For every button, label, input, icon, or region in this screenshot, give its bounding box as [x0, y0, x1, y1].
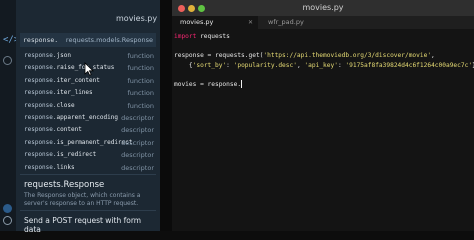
- divider: [20, 210, 156, 211]
- tab-wfr-pad-py[interactable]: wfr_pad.py: [260, 16, 340, 29]
- gear-icon[interactable]: [3, 216, 12, 225]
- doc-title[interactable]: requests.Response: [24, 180, 104, 190]
- member-row[interactable]: response.content descriptor: [16, 124, 160, 136]
- code-line: {'sort_by': 'popularity.desc', 'api_key'…: [174, 61, 474, 69]
- kite-header: movies.py: [16, 0, 160, 30]
- kite-status-icon[interactable]: [3, 204, 12, 213]
- member-row[interactable]: response.is_permanent_redirect descriptor: [16, 137, 160, 149]
- close-tab-icon[interactable]: ✕: [248, 16, 253, 29]
- tab-label: movies.py: [180, 18, 214, 26]
- code-line: movies = response.: [174, 79, 243, 88]
- settings-icon[interactable]: [3, 56, 12, 65]
- window-titlebar: movies.py: [172, 0, 474, 16]
- editor-window: movies.py movies.py ✕ wfr_pad.py import …: [172, 0, 474, 231]
- member-row[interactable]: response.links descriptor: [16, 162, 160, 174]
- member-row[interactable]: response.apparent_encoding descriptor: [16, 112, 160, 124]
- window-title: movies.py: [302, 3, 344, 12]
- divider: [20, 174, 156, 175]
- tab-label: wfr_pad.py: [268, 18, 304, 26]
- tab-movies-py[interactable]: movies.py ✕: [172, 16, 258, 29]
- kite-query-bar[interactable]: response. requests.models.Response: [20, 33, 156, 47]
- code-line: response = requests.get('https://api.the…: [174, 52, 435, 60]
- member-row[interactable]: response.iter_content function: [16, 75, 160, 87]
- app-edge-strip: </>: [0, 0, 19, 231]
- code-line: import requests: [174, 33, 230, 40]
- mouse-cursor-icon: [84, 62, 94, 76]
- member-row[interactable]: response.iter_lines function: [16, 87, 160, 99]
- example-link[interactable]: Send a POST request with form data: [24, 216, 160, 234]
- member-row[interactable]: response.is_redirect descriptor: [16, 149, 160, 161]
- doc-description: The Response object, which contains a se…: [24, 192, 141, 207]
- window-gap: [160, 0, 172, 231]
- member-row[interactable]: response.close function: [16, 100, 160, 112]
- query-type-path[interactable]: requests.models.Response: [66, 36, 153, 44]
- tab-bar: movies.py ✕ wfr_pad.py: [172, 16, 474, 29]
- text-caret: [241, 79, 243, 88]
- code-area[interactable]: import requests response = requests.get(…: [172, 32, 474, 90]
- kite-file-title: movies.py: [116, 14, 158, 23]
- member-row[interactable]: response.json function: [16, 50, 160, 62]
- kite-panel: movies.py response. requests.models.Resp…: [16, 0, 160, 234]
- code-brackets-icon[interactable]: </>: [3, 36, 19, 45]
- query-expression: response.: [23, 36, 59, 44]
